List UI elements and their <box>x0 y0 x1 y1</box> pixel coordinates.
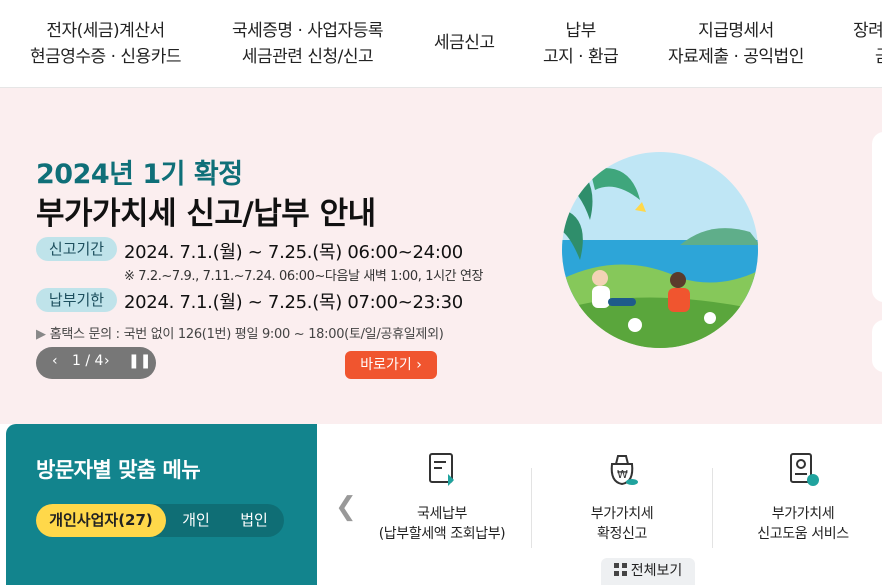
tab-individual-business[interactable]: 개인사업자(27) <box>36 504 166 537</box>
vat-help-icon <box>790 453 819 486</box>
quick-item-vat-report[interactable]: ₩ 부가가치세 확정신고 <box>532 450 712 544</box>
inquiry-text: 홈택스 문의 : 국번 없이 126(1번) 평일 9:00 ~ 18:00(토… <box>49 327 444 342</box>
view-all-label: 전체보기 <box>630 563 683 579</box>
vat-report-icon: ₩ <box>610 455 638 486</box>
nav-item-incentive[interactable]: 장려 금 <box>853 18 882 70</box>
quick-item-label: 부가가치세 <box>590 506 654 522</box>
tab-corporation[interactable]: 법인 <box>228 504 280 537</box>
go-button-label: 바로가기 <box>360 357 412 373</box>
side-card <box>872 132 882 302</box>
nav-item-payment[interactable]: 납부 고지 · 환급 <box>543 18 619 70</box>
payment-deadline-badge: 납부기한 <box>36 288 117 312</box>
quick-item-vat-help[interactable]: 부가가치세 신고도움 서비스 <box>713 450 882 544</box>
nav-item-line2: 금 <box>853 44 882 70</box>
banner-title: 부가가치세 신고/납부 안내 <box>36 196 376 232</box>
go-button[interactable]: 바로가기 › <box>345 351 437 379</box>
nav-item-line1: 납부 <box>565 21 597 41</box>
chevron-right-icon: › <box>416 357 422 373</box>
visitor-menu-title: 방문자별 맞춤 메뉴 <box>36 458 201 482</box>
payment-period: 2024. 7.1.(월) ~ 7.25.(목) 07:00~23:30 <box>124 292 463 313</box>
nav-item-tax-report[interactable]: 세금신고 <box>434 30 495 56</box>
main-navigation: 전자(세금)계산서 현금영수증 · 신용카드 국세증명 · 사업자등록 세금관련… <box>0 0 882 88</box>
report-period-badge: 신고기간 <box>36 237 117 261</box>
tab-individual[interactable]: 개인 <box>170 504 222 537</box>
nav-item-line2: 현금영수증 · 신용카드 <box>30 47 181 67</box>
quick-item-label: 부가가치세 <box>771 506 835 522</box>
nav-item-line1: 장려 <box>853 21 882 41</box>
view-all-button[interactable]: 전체보기 <box>601 558 695 585</box>
nav-item-line1: 국세증명 · 사업자등록 <box>232 21 383 41</box>
extension-note: ※ 7.2.~7.9., 7.11.~7.24. 06:00~다음날 새벽 1:… <box>124 269 484 284</box>
slide-pager: 1 / 4 <box>72 353 104 369</box>
quick-item-label: 확정신고 <box>597 526 647 542</box>
inquiry-info: ▶ 홈택스 문의 : 국번 없이 126(1번) 평일 9:00 ~ 18:00(… <box>36 323 444 342</box>
nav-item-e-invoice[interactable]: 전자(세금)계산서 현금영수증 · 신용카드 <box>30 18 181 70</box>
nav-item-line1: 전자(세금)계산서 <box>46 21 165 41</box>
nav-item-line2: 고지 · 환급 <box>543 47 619 67</box>
svg-text:₩: ₩ <box>617 468 628 481</box>
pause-icon[interactable]: ❚❚ <box>128 353 151 369</box>
visitor-tabs: 개인사업자(27) 개인 법인 <box>36 504 284 537</box>
quick-item-label: (납부할세액 조회납부) <box>378 526 506 542</box>
nav-item-line1: 지급명세서 <box>698 21 774 41</box>
nav-item-payment-statement[interactable]: 지급명세서 자료제출 · 공익법인 <box>668 18 804 70</box>
nav-item-certificates[interactable]: 국세증명 · 사업자등록 세금관련 신청/신고 <box>232 18 383 70</box>
tax-payment-icon <box>429 453 454 486</box>
grid-icon <box>613 563 627 576</box>
nav-item-line2: 세금관련 신청/신고 <box>241 47 374 67</box>
banner-controls: ‹ 1 / 4 › ❚❚ <box>36 347 156 379</box>
triangle-right-icon: ▶ <box>36 327 46 342</box>
quick-item-tax-payment[interactable]: 국세납부 (납부할세액 조회납부) <box>352 450 532 544</box>
report-period: 2024. 7.1.(월) ~ 7.25.(목) 06:00~24:00 <box>124 242 463 263</box>
prev-slide-icon[interactable]: ‹ <box>52 353 58 369</box>
banner-illustration <box>562 152 758 348</box>
quick-item-label: 국세납부 <box>417 506 467 522</box>
side-card <box>872 320 882 372</box>
quick-menu: ❮ 국세납부 (납부할세액 조회납부) ₩ 부가가치세 확정신고 부가가치세 신… <box>317 424 882 585</box>
main-banner: 2024년 1기 확정 부가가치세 신고/납부 안내 신고기간 2024. 7.… <box>0 88 882 424</box>
next-slide-icon[interactable]: › <box>104 353 110 369</box>
visitor-menu-panel: 방문자별 맞춤 메뉴 개인사업자(27) 개인 법인 <box>6 424 317 585</box>
nav-item-line1: 세금신고 <box>434 33 495 53</box>
nav-item-line2: 자료제출 · 공익법인 <box>668 47 804 67</box>
quick-item-label: 신고도움 서비스 <box>757 526 849 542</box>
banner-subtitle: 2024년 1기 확정 <box>36 159 243 190</box>
